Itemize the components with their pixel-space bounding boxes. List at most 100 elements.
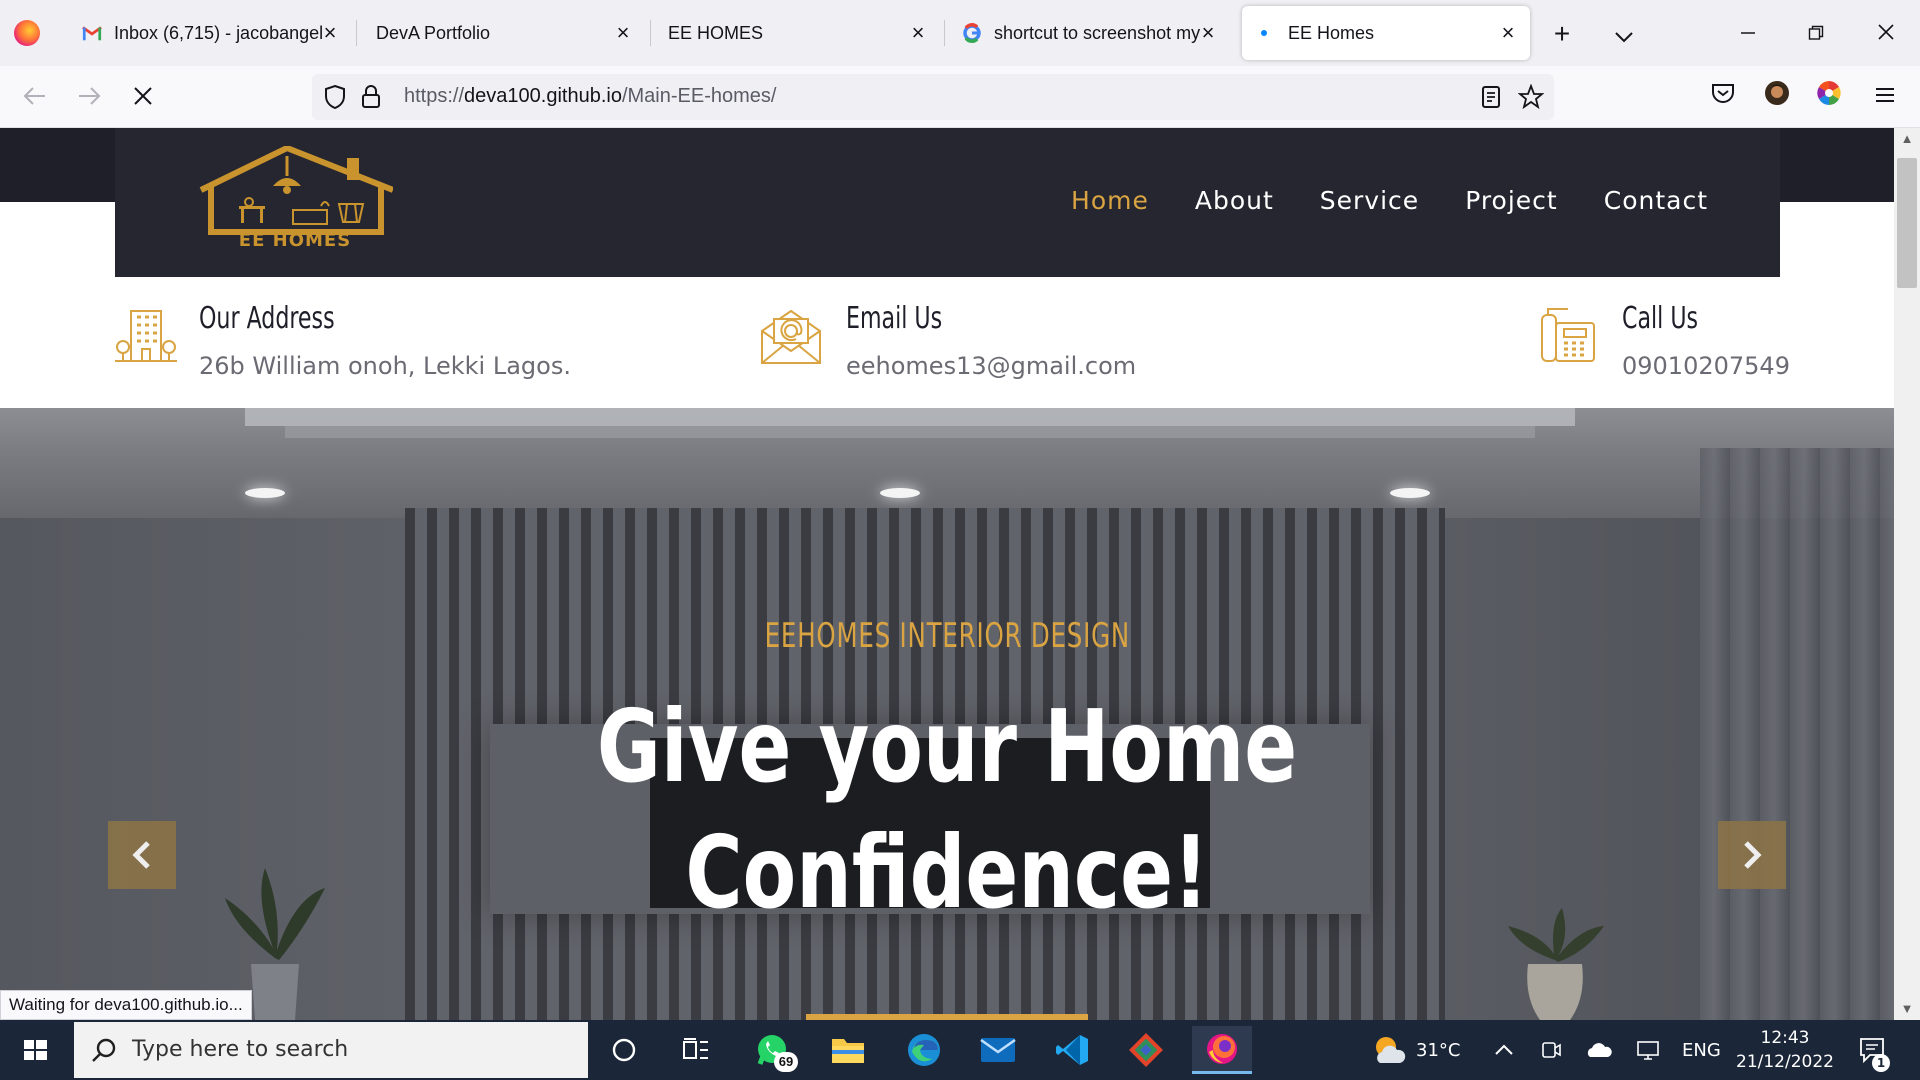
restore-icon[interactable] <box>1796 14 1836 54</box>
site-logo[interactable]: EE HOMES <box>197 144 395 256</box>
close-window-icon[interactable] <box>1866 14 1906 54</box>
downlight <box>880 488 920 498</box>
notification-center-icon[interactable]: 1 <box>1858 1020 1890 1080</box>
search-placeholder: Type here to search <box>132 1037 349 1062</box>
close-tab-icon[interactable]: × <box>318 21 342 45</box>
envelope-icon <box>760 305 822 367</box>
taskbar-search-box[interactable]: Type here to search <box>74 1022 588 1078</box>
tab-separator <box>944 20 945 46</box>
hero-caption: EEHOMES INTERIOR DESIGN <box>0 616 1894 656</box>
shield-icon[interactable] <box>322 84 348 110</box>
url-prefix: https:// <box>404 85 465 107</box>
nav-home[interactable]: Home <box>1071 186 1149 215</box>
start-button[interactable] <box>0 1020 70 1080</box>
account-avatar-icon[interactable] <box>1760 80 1794 114</box>
vscode-icon[interactable] <box>1042 1026 1102 1074</box>
tab-inbox[interactable]: Inbox (6,715) - jacobangel × <box>70 6 352 60</box>
app-menu-icon[interactable] <box>1868 80 1902 114</box>
hero-title-line-1: Give your Home <box>596 688 1298 805</box>
phone-value[interactable]: 09010207549 <box>1622 352 1790 380</box>
carousel-prev-button[interactable] <box>108 821 176 889</box>
lock-icon[interactable] <box>358 84 384 110</box>
meet-now-icon[interactable] <box>1540 1020 1562 1080</box>
minimize-icon[interactable] <box>1728 14 1768 54</box>
phone-icon <box>1538 305 1600 367</box>
close-tab-icon[interactable]: × <box>906 21 930 45</box>
house-logo-icon <box>199 144 395 235</box>
firefox-taskbar-icon[interactable] <box>1192 1026 1252 1074</box>
tab-google-search[interactable]: shortcut to screenshot my × <box>950 6 1230 60</box>
close-tab-icon[interactable]: × <box>1196 21 1220 45</box>
carousel-next-button[interactable] <box>1718 821 1786 889</box>
tab-label: EE HOMES <box>668 22 764 43</box>
scroll-down-icon[interactable]: ▼ <box>1894 998 1920 1020</box>
clock-time: 12:43 <box>1760 1028 1810 1048</box>
weather-widget[interactable]: 31°C <box>1372 1020 1460 1080</box>
forward-icon[interactable] <box>70 78 108 116</box>
nav-about[interactable]: About <box>1195 186 1274 215</box>
phone-block: Call Us 09010207549 <box>1538 277 1790 408</box>
scroll-up-icon[interactable]: ▲ <box>1894 128 1920 150</box>
nav-project[interactable]: Project <box>1465 186 1558 215</box>
close-tab-icon[interactable]: × <box>1496 21 1520 45</box>
building-icon <box>115 305 177 367</box>
windows-logo-icon <box>24 1040 47 1060</box>
phone-title: Call Us <box>1622 301 1699 336</box>
downlight <box>1390 488 1430 498</box>
email-value[interactable]: eehomes13@gmail.com <box>846 352 1136 380</box>
network-icon[interactable] <box>1636 1020 1662 1080</box>
google-icon <box>962 23 982 43</box>
mail-icon[interactable] <box>968 1026 1028 1074</box>
tab-ee-homes-upper[interactable]: EE HOMES × <box>654 6 940 60</box>
color-extension-icon[interactable] <box>1812 80 1846 114</box>
close-tab-icon[interactable]: × <box>611 21 635 45</box>
url-host: deva100.github.io <box>464 85 622 107</box>
browser-tab-strip: Inbox (6,715) - jacobangel × DevA Portfo… <box>0 0 1920 66</box>
hero-title: Give your Home Confidence! <box>208 684 1685 936</box>
stop-loading-icon[interactable] <box>124 78 162 116</box>
address-title: Our Address <box>199 301 335 336</box>
task-view-icon[interactable] <box>666 1026 726 1074</box>
file-explorer-icon[interactable] <box>818 1026 878 1074</box>
clock-date: 21/12/2022 <box>1736 1052 1834 1072</box>
hero-title-line-2: Confidence! <box>685 814 1209 931</box>
nav-contact[interactable]: Contact <box>1604 186 1708 215</box>
search-icon <box>90 1036 118 1064</box>
firefox-icon[interactable] <box>14 20 40 46</box>
onedrive-icon[interactable] <box>1586 1020 1612 1080</box>
page-viewport: EE HOMES Home About Service Project Cont… <box>0 128 1894 1020</box>
new-tab-icon[interactable]: + <box>1542 14 1582 54</box>
partly-cloudy-icon <box>1376 1037 1406 1063</box>
edge-icon[interactable] <box>894 1026 954 1074</box>
back-icon[interactable] <box>16 78 54 116</box>
url-bar[interactable]: https://deva100.github.io/Main-EE-homes/ <box>312 74 1554 120</box>
tab-deva-portfolio[interactable]: DevA Portfolio × <box>360 6 645 60</box>
reader-view-icon[interactable] <box>1478 84 1504 110</box>
pocket-icon[interactable] <box>1706 80 1740 114</box>
git-tool-icon[interactable] <box>1116 1026 1176 1074</box>
ceiling-cove <box>245 408 1575 426</box>
site-header: EE HOMES Home About Service Project Cont… <box>115 128 1780 277</box>
hero-kicker: EEHOMES INTERIOR DESIGN <box>764 616 1130 656</box>
scroll-thumb[interactable] <box>1897 158 1917 288</box>
chevron-left-icon <box>132 841 150 869</box>
tab-list-chevron-icon[interactable] <box>1604 14 1644 54</box>
url-text[interactable]: https://deva100.github.io/Main-EE-homes/ <box>404 85 776 108</box>
tab-ee-homes-active[interactable]: EE Homes × <box>1242 6 1530 60</box>
chevron-right-icon <box>1744 841 1762 869</box>
bookmark-star-icon[interactable] <box>1517 83 1545 110</box>
address-block: Our Address 26b William onoh, Lekki Lago… <box>115 277 675 408</box>
hero-carousel: EEHOMES INTERIOR DESIGN Give your Home C… <box>0 408 1894 1020</box>
tab-label: Inbox (6,715) - jacobangel <box>114 22 324 43</box>
address-value: 26b William onoh, Lekki Lagos. <box>199 352 571 380</box>
language-indicator[interactable]: ENG <box>1682 1020 1721 1080</box>
cortana-icon[interactable] <box>594 1026 654 1074</box>
nav-service[interactable]: Service <box>1320 186 1419 215</box>
loading-dot-icon <box>1256 23 1276 43</box>
whatsapp-icon[interactable]: 69 <box>742 1026 802 1074</box>
tab-separator <box>356 20 357 46</box>
page-scrollbar[interactable]: ▲ ▼ <box>1894 128 1920 1020</box>
system-clock[interactable]: 12:43 21/12/2022 <box>1726 1026 1844 1074</box>
show-hidden-icons[interactable] <box>1494 1020 1514 1080</box>
notification-count: 1 <box>1872 1054 1890 1072</box>
